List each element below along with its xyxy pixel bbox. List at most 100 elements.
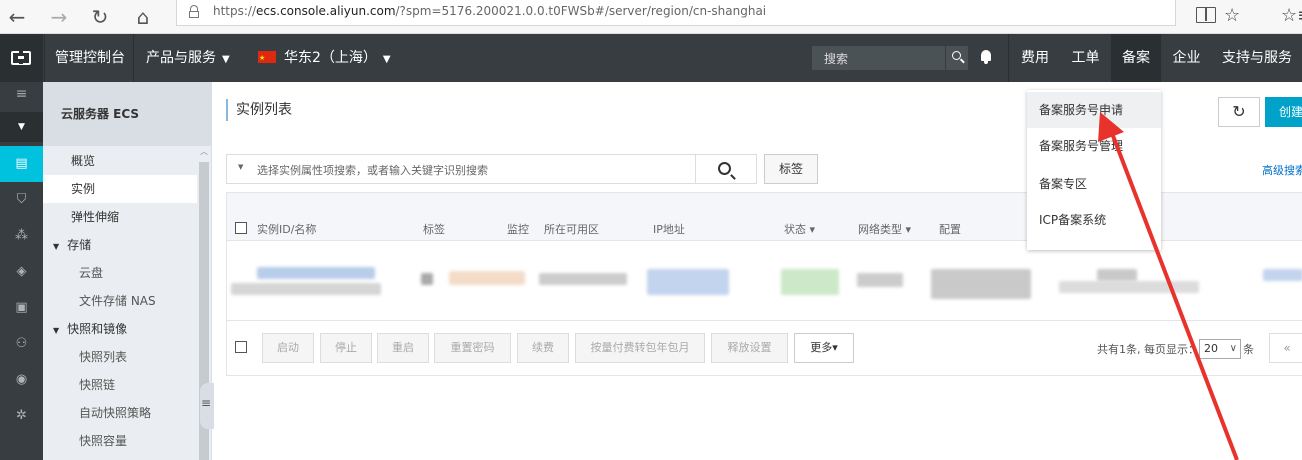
nav-filing[interactable]: 备案: [1111, 34, 1161, 82]
back-icon[interactable]: ←: [4, 4, 30, 30]
database-icon[interactable]: ◈: [0, 254, 43, 290]
col-zone: 所在可用区: [544, 223, 599, 236]
sidebar-item-nas[interactable]: 文件存储 NAS: [43, 287, 197, 315]
sidebar-item-autoscaling[interactable]: 弹性伸缩: [43, 203, 197, 231]
page-size-select[interactable]: 20: [1199, 339, 1241, 359]
forward-icon[interactable]: →: [46, 4, 72, 30]
search-icon: [718, 162, 731, 175]
renew-button[interactable]: 续费: [517, 333, 569, 363]
stop-button[interactable]: 停止: [320, 333, 372, 363]
select-all-checkbox[interactable]: [235, 222, 247, 234]
blurred-billing: [1059, 281, 1199, 293]
nav-fee[interactable]: 费用: [1010, 34, 1060, 82]
search-button[interactable]: [945, 46, 968, 70]
blurred-config: [931, 269, 1031, 299]
pager-info: 共有1条, 每页显示：: [1097, 343, 1199, 356]
col-status[interactable]: 状态 ▾: [784, 221, 815, 237]
aliyun-logo-icon: [11, 50, 31, 65]
blurred-monitor: [449, 271, 525, 285]
sidebar-item-auto-snapshot-policy[interactable]: 自动快照策略: [43, 399, 197, 427]
sidebar-item-snapshot-capacity[interactable]: 快照容量: [43, 427, 197, 455]
menu-item-apply-filing-service-number[interactable]: 备案服务号申请: [1027, 92, 1161, 128]
advanced-search-link[interactable]: 高级搜索: [1262, 162, 1302, 178]
global-search[interactable]: 搜索: [812, 46, 968, 70]
menu-icon[interactable]: ≡: [0, 82, 43, 112]
nav-support[interactable]: 支持与服务: [1212, 34, 1302, 82]
sidebar-item-snapshot-chain[interactable]: 快照链: [43, 371, 197, 399]
search-placeholder: 搜索: [824, 52, 849, 66]
menu-item-icp-filing-system[interactable]: ICP备案系统: [1027, 202, 1161, 238]
console-home-link[interactable]: 管理控制台: [44, 34, 134, 82]
blurred-billing-type: [1097, 269, 1137, 281]
sidebar-group-storage[interactable]: ▼ 存储: [43, 231, 197, 259]
caret-down-icon: ▼: [222, 54, 230, 65]
reset-password-button[interactable]: 重置密码: [434, 333, 511, 363]
home-icon[interactable]: ⌂: [130, 4, 156, 30]
aliyun-logo[interactable]: [0, 34, 43, 82]
filter-placeholder: 选择实例属性项搜索，或者输入关键字识别搜索: [257, 164, 488, 177]
lock-icon: [189, 5, 199, 18]
more-actions-button[interactable]: 更多▾: [794, 333, 854, 363]
network-icon[interactable]: ⁂: [0, 218, 43, 254]
nav-ticket[interactable]: 工单: [1060, 34, 1111, 82]
ecs-sidebar: 云服务器 ECS 概览 实例 弹性伸缩 ▼ 存储 云盘 文件存储 NAS ▼ 快照和…: [43, 82, 212, 460]
eye-icon[interactable]: ◉: [0, 362, 43, 398]
ecs-server-icon[interactable]: ▤: [0, 146, 43, 182]
instance-filter-input[interactable]: ▼ 选择实例属性项搜索，或者输入关键字识别搜索: [226, 154, 696, 184]
region-selector[interactable]: 华东2（上海） ▼: [258, 34, 391, 82]
collapse-arrow-icon[interactable]: ▼: [0, 112, 43, 142]
blurred-instance-name: [231, 283, 381, 295]
products-menu[interactable]: 产品与服务 ▼: [146, 34, 230, 82]
notification-bell-icon[interactable]: [980, 50, 992, 64]
menu-item-filing-zone[interactable]: 备案专区: [1027, 166, 1161, 202]
blurred-tag-icon: [421, 273, 433, 285]
start-button[interactable]: 启动: [262, 333, 314, 363]
scroll-up-icon[interactable]: ︿: [200, 146, 208, 157]
sidebar-group-label: 存储: [67, 238, 92, 252]
link-icon[interactable]: ⚇: [0, 326, 43, 362]
col-tags: 标签: [423, 223, 445, 236]
browser-toolbar: ← → ↻ ⌂ https://ecs.console.aliyun.com/?…: [0, 0, 1302, 34]
cube-icon[interactable]: ▣: [0, 290, 43, 326]
sidebar-item-instances[interactable]: 实例: [43, 175, 197, 203]
table-row[interactable]: [227, 241, 1302, 321]
release-settings-button[interactable]: 释放设置: [711, 333, 788, 363]
table-footer: 启动 停止 重启 重置密码 续费 按量付费转包年包月 释放设置 更多▾ 共有1条…: [227, 321, 1302, 377]
blurred-ip-address: [647, 269, 729, 295]
reading-view-icon[interactable]: [1196, 7, 1216, 23]
restart-button[interactable]: 重启: [377, 333, 429, 363]
refresh-icon[interactable]: ↻: [87, 4, 113, 30]
refresh-button[interactable]: ↻: [1218, 97, 1260, 127]
blurred-actions: [1263, 269, 1302, 281]
blurred-instance-id: [257, 267, 375, 279]
nav-enterprise[interactable]: 企业: [1161, 34, 1212, 82]
favorite-star-icon[interactable]: ☆: [1224, 3, 1240, 29]
menu-item-manage-filing-service-number[interactable]: 备案服务号管理: [1027, 128, 1161, 164]
products-label: 产品与服务: [146, 50, 216, 66]
blurred-network: [857, 273, 903, 287]
tag-filter-button[interactable]: 标签: [764, 154, 818, 184]
address-bar[interactable]: https://ecs.console.aliyun.com/?spm=5176…: [176, 0, 1176, 26]
sidebar-collapse-tab[interactable]: [200, 383, 214, 429]
sidebar-title: 云服务器 ECS: [43, 82, 212, 146]
blurred-zone: [539, 273, 627, 285]
favorites-list-icon[interactable]: ☆≡: [1281, 3, 1302, 29]
nav-divider: [1008, 34, 1009, 82]
cluster-icon[interactable]: ✲: [0, 398, 43, 434]
col-ip: IP地址: [653, 223, 685, 236]
sidebar-item-disks[interactable]: 云盘: [43, 259, 197, 287]
product-icon-rail: ≡ ▼ ▤ ⛉ ⁂ ◈ ▣ ⚇ ◉ ✲: [0, 82, 43, 460]
sidebar-group-label: 快照和镜像: [67, 322, 128, 336]
create-instance-button[interactable]: 创建: [1265, 97, 1302, 127]
pager-unit: 条: [1243, 343, 1254, 356]
col-instance-id: 实例ID/名称: [257, 223, 317, 236]
col-network-type[interactable]: 网络类型 ▾: [858, 221, 911, 237]
pager-prev-button[interactable]: «: [1269, 333, 1302, 363]
sidebar-item-overview[interactable]: 概览: [43, 147, 197, 175]
sidebar-item-snapshot-list[interactable]: 快照列表: [43, 343, 197, 371]
sidebar-group-snapshots[interactable]: ▼ 快照和镜像: [43, 315, 197, 343]
footer-select-all-checkbox[interactable]: [235, 341, 247, 353]
filter-search-button[interactable]: [695, 154, 757, 184]
shield-icon[interactable]: ⛉: [0, 182, 43, 218]
convert-to-subscription-button[interactable]: 按量付费转包年包月: [575, 333, 705, 363]
